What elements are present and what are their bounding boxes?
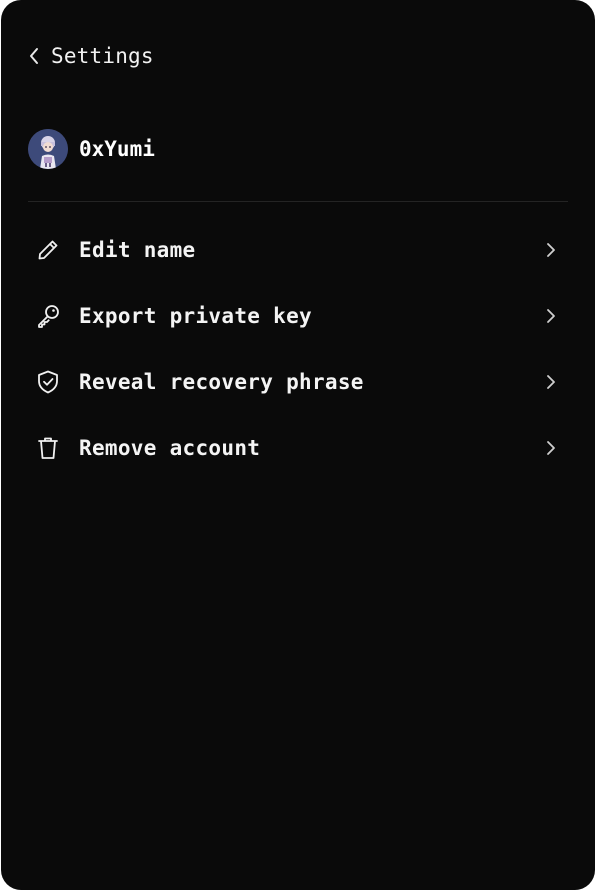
back-to-settings-button[interactable]: Settings xyxy=(27,38,154,74)
edit-name-button[interactable]: Edit name xyxy=(28,217,568,283)
trash-icon xyxy=(28,428,68,468)
chevron-right-icon xyxy=(544,372,558,392)
settings-menu: Edit name Export private key Reveal reco… xyxy=(28,217,568,481)
chevron-left-icon xyxy=(27,46,41,66)
chevron-right-icon xyxy=(544,438,558,458)
account-row: 0xYumi xyxy=(28,128,155,170)
settings-panel: Settings 0xYumi Edit name Export private… xyxy=(1,0,595,890)
account-name: 0xYumi xyxy=(79,137,155,161)
reveal-recovery-phrase-button[interactable]: Reveal recovery phrase xyxy=(28,349,568,415)
page-title: Settings xyxy=(51,44,154,68)
shield-check-icon xyxy=(28,362,68,402)
export-private-key-button[interactable]: Export private key xyxy=(28,283,568,349)
divider xyxy=(28,201,568,202)
menu-item-label: Export private key xyxy=(79,304,312,328)
avatar xyxy=(28,129,68,169)
remove-account-button[interactable]: Remove account xyxy=(28,415,568,481)
menu-item-label: Reveal recovery phrase xyxy=(79,370,364,394)
key-icon xyxy=(28,296,68,336)
chevron-right-icon xyxy=(544,240,558,260)
pencil-icon xyxy=(28,230,68,270)
chevron-right-icon xyxy=(544,306,558,326)
menu-item-label: Remove account xyxy=(79,436,261,460)
menu-item-label: Edit name xyxy=(79,238,196,262)
